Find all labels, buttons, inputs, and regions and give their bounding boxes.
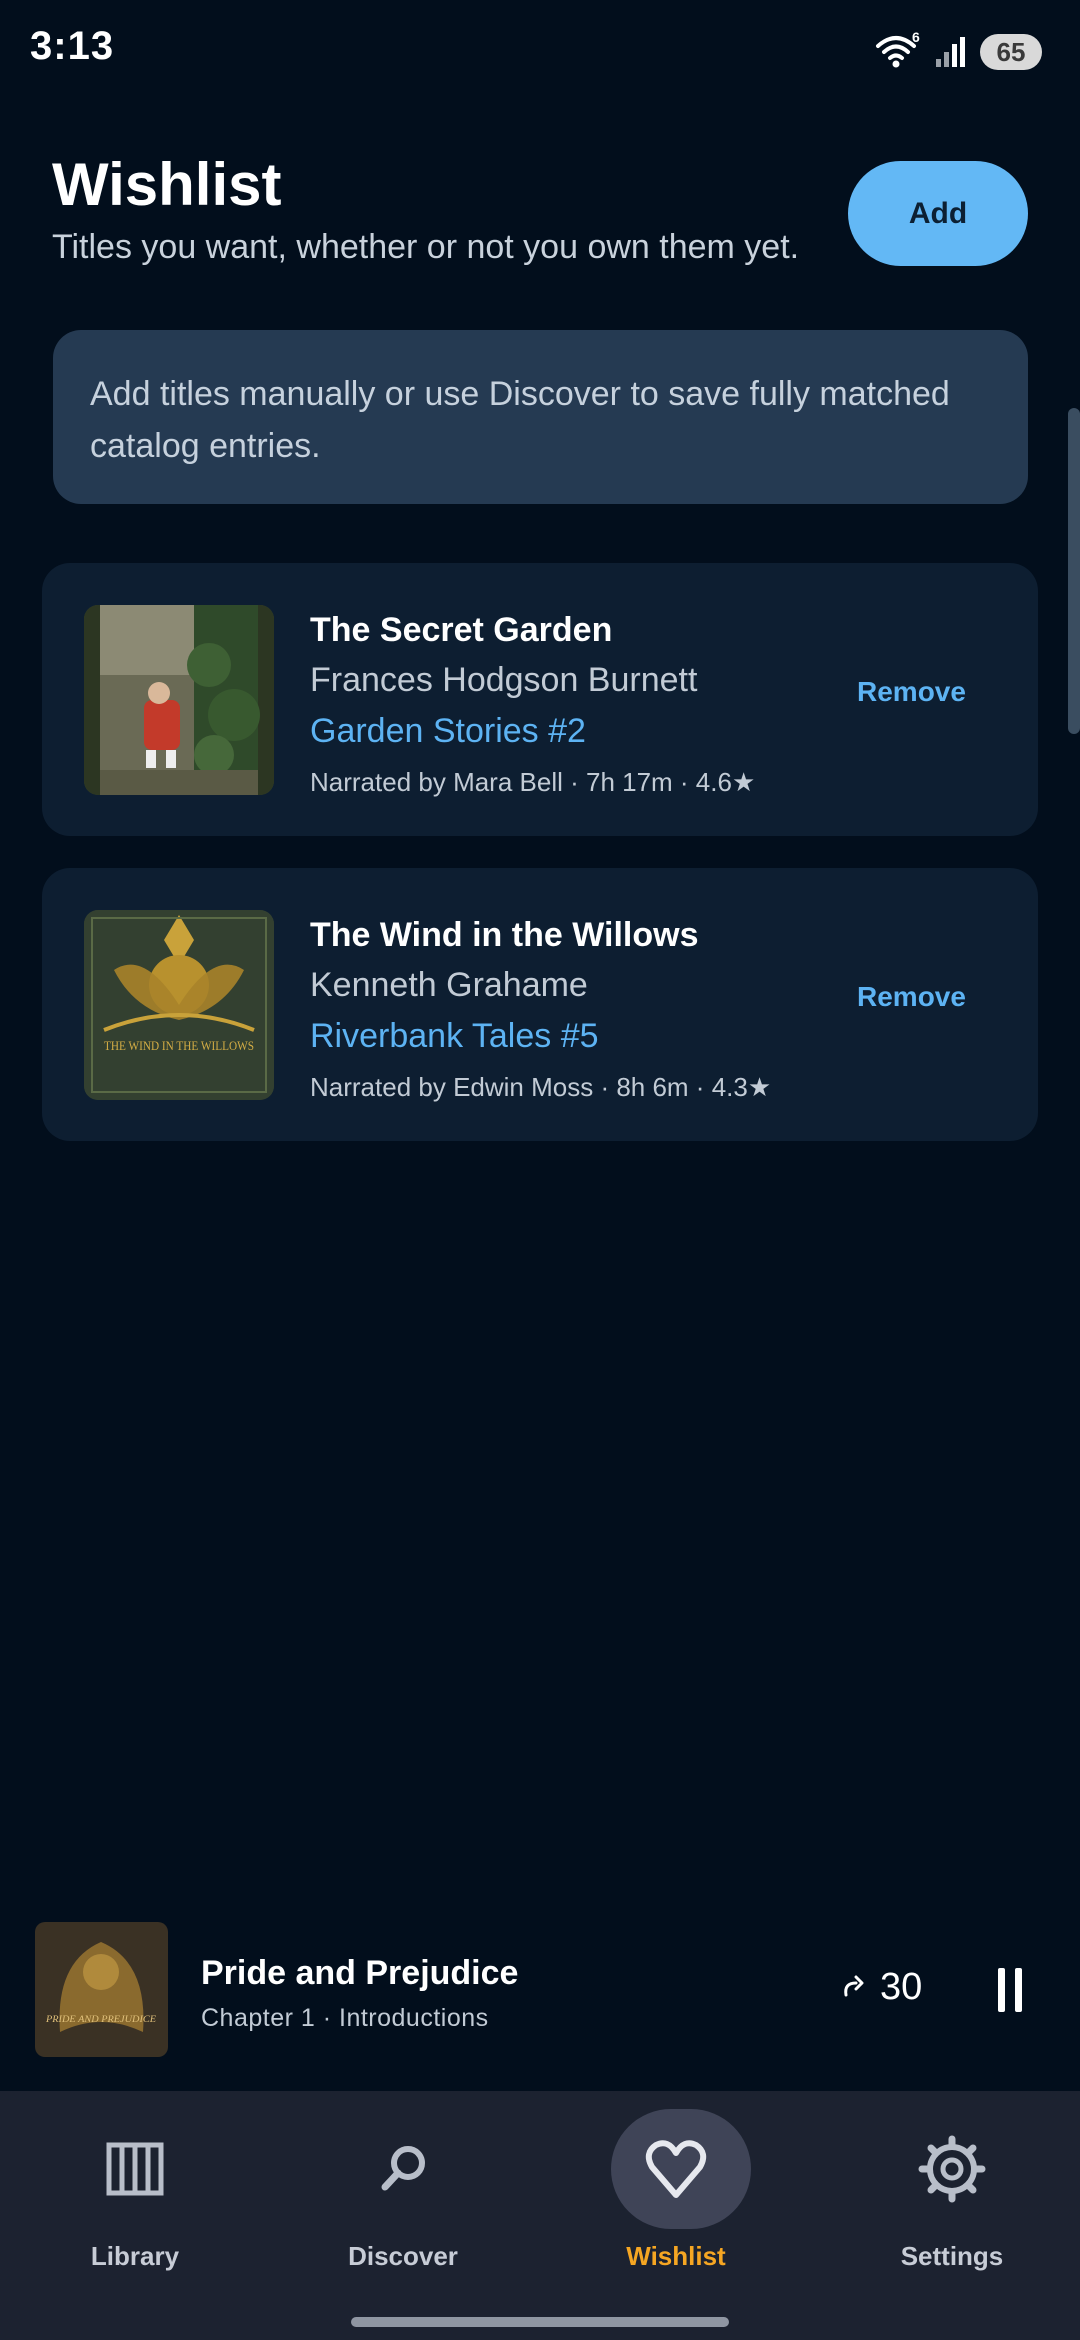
battery-indicator: 65 xyxy=(980,34,1042,70)
skip-seconds: 30 xyxy=(880,1966,923,2008)
book-meta: Narrated by Edwin Moss · 8h 6m · 4.3★ xyxy=(310,1072,772,1102)
remove-button[interactable]: Remove xyxy=(857,981,966,1013)
book-meta: Narrated by Mara Bell · 7h 17m · 4.6★ xyxy=(310,767,756,797)
nav-label: Wishlist xyxy=(626,2241,726,2271)
search-icon xyxy=(381,2146,425,2191)
now-playing-title[interactable]: Pride and Prejudice xyxy=(201,1954,518,1993)
wifi-icon: 6 xyxy=(876,32,920,68)
scrollbar[interactable] xyxy=(1068,408,1080,734)
signal-icon xyxy=(936,37,965,67)
book-title: The Wind in the Willows xyxy=(310,916,699,954)
book-series-link[interactable]: Riverbank Tales #5 xyxy=(310,1017,599,1056)
nav-label: Discover xyxy=(348,2241,458,2271)
book-title: The Secret Garden xyxy=(310,611,613,649)
book-author: Frances Hodgson Burnett xyxy=(310,661,698,699)
rewind-icon xyxy=(844,1975,864,1996)
wishlist-card[interactable]: THE WIND IN THE WILLOWS The Wind in the … xyxy=(42,868,1038,1141)
book-series-link[interactable]: Garden Stories #2 xyxy=(310,712,586,751)
nav-item-wishlist[interactable]: Wishlist xyxy=(541,2091,811,2340)
nav-item-discover[interactable]: Discover xyxy=(268,2091,538,2340)
skip-back-button[interactable]: 30 xyxy=(840,1966,922,2009)
cover-title-text: PRIDE AND PREJUDICE xyxy=(45,2014,157,2024)
status-time: 3:13 xyxy=(30,24,115,68)
wifi-badge: 6 xyxy=(912,32,920,45)
add-button[interactable]: Add xyxy=(848,161,1028,266)
status-icons: 6 65 xyxy=(874,30,1042,74)
now-playing-chapter: Chapter 1 · Introductions xyxy=(201,2004,489,2032)
home-indicator[interactable] xyxy=(351,2317,729,2327)
book-cover xyxy=(84,605,274,795)
nav-item-settings[interactable]: Settings xyxy=(817,2091,1080,2340)
book-author: Kenneth Grahame xyxy=(310,966,588,1004)
pause-button[interactable] xyxy=(996,1966,1024,2014)
nav-label: Library xyxy=(90,2241,180,2271)
cover-title-text: THE WIND IN THE WILLOWS xyxy=(104,1038,254,1053)
now-playing-cover[interactable]: PRIDE AND PREJUDICE xyxy=(35,1922,168,2057)
remove-button[interactable]: Remove xyxy=(857,676,966,708)
gear-icon xyxy=(918,2135,986,2203)
nav-label: Settings xyxy=(900,2241,1004,2271)
heart-icon xyxy=(645,2140,707,2198)
wishlist-card[interactable]: The Secret Garden Frances Hodgson Burnet… xyxy=(42,563,1038,836)
nav-item-library[interactable]: Library xyxy=(0,2091,270,2340)
bottom-nav: Library Discover Wishlist Settings xyxy=(0,2091,1080,2340)
pause-icon xyxy=(998,1968,1022,2012)
library-icon xyxy=(106,2142,164,2196)
page-title: Wishlist xyxy=(52,151,282,218)
book-cover: THE WIND IN THE WILLOWS xyxy=(84,910,274,1100)
page-subtitle: Titles you want, whether or not you own … xyxy=(52,228,800,266)
info-banner: Add titles manually or use Discover to s… xyxy=(53,330,1028,504)
